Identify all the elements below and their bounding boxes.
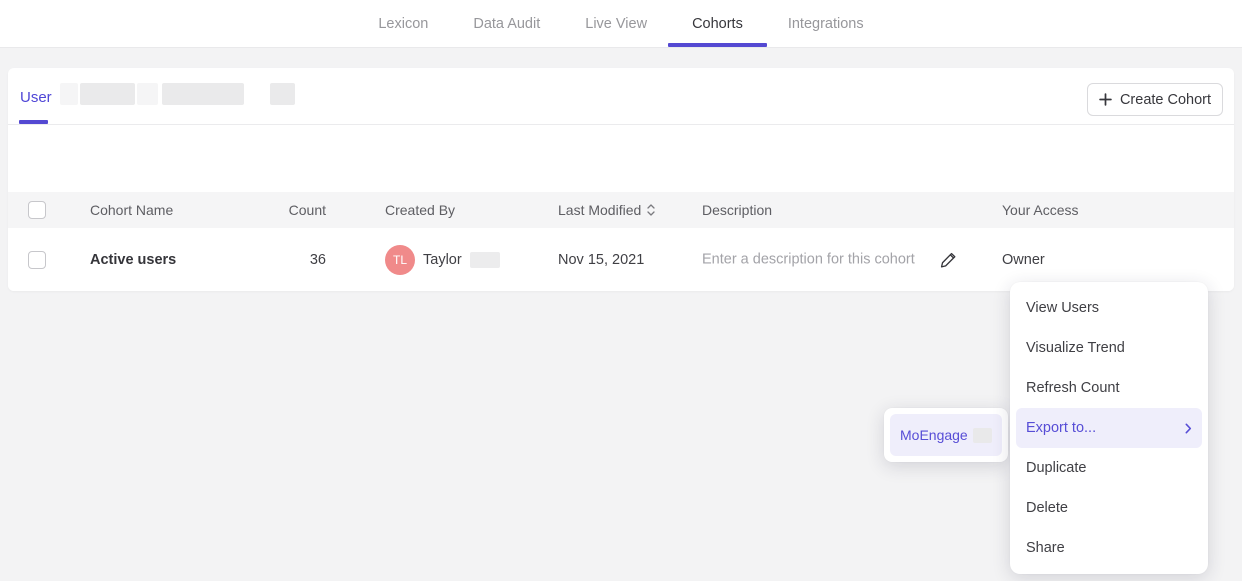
cohorts-card: User Create Cohort 1 Results Filter by C… — [8, 68, 1234, 291]
header-cohort-name: Cohort Name — [90, 202, 173, 218]
description-placeholder: Enter a description for this cohort — [702, 252, 915, 268]
header-last-modified[interactable]: Last Modified — [558, 202, 655, 218]
menu-item-share[interactable]: Share — [1016, 528, 1202, 568]
chevron-right-icon — [1185, 423, 1192, 434]
tab-cohorts[interactable]: Cohorts — [692, 0, 743, 47]
created-by-cell: TL Taylor — [385, 245, 500, 275]
edit-pencil-icon[interactable] — [939, 250, 958, 269]
redacted-tab-block — [162, 83, 244, 105]
menu-item-view-users[interactable]: View Users — [1016, 288, 1202, 328]
cohort-name[interactable]: Active users — [90, 252, 176, 268]
row-checkbox[interactable] — [28, 251, 46, 269]
creator-name: Taylor — [423, 252, 462, 268]
redacted-tab-block — [270, 83, 295, 105]
cohort-context-menu: View Users Visualize Trend Refresh Count… — [1010, 282, 1208, 574]
select-all-checkbox[interactable] — [28, 201, 46, 219]
header-your-access: Your Access — [1002, 202, 1079, 218]
active-tab-underline — [19, 120, 48, 124]
redacted-tab-block — [80, 83, 135, 105]
menu-item-delete[interactable]: Delete — [1016, 488, 1202, 528]
top-nav: Lexicon Data Audit Live View Cohorts Int… — [0, 0, 1242, 48]
submenu-item-moengage[interactable]: MoEngage — [890, 414, 1002, 456]
export-submenu: MoEngage — [884, 408, 1008, 462]
avatar: TL — [385, 245, 415, 275]
filter-bar: 1 Results Filter by Created By You All A… — [8, 125, 1234, 192]
redacted-submenu-text — [973, 428, 992, 443]
menu-item-refresh-count[interactable]: Refresh Count — [1016, 368, 1202, 408]
redacted-tab-block — [137, 83, 158, 105]
menu-item-visualize-trend[interactable]: Visualize Trend — [1016, 328, 1202, 368]
plus-icon — [1099, 93, 1112, 106]
tab-integrations[interactable]: Integrations — [788, 0, 864, 47]
redacted-tab-block — [60, 83, 78, 105]
menu-item-duplicate[interactable]: Duplicate — [1016, 448, 1202, 488]
create-cohort-button[interactable]: Create Cohort — [1087, 83, 1223, 116]
last-modified-cell: Nov 15, 2021 — [558, 252, 644, 268]
header-created-by: Created By — [385, 202, 455, 218]
create-cohort-label: Create Cohort — [1120, 92, 1211, 108]
tab-lexicon[interactable]: Lexicon — [378, 0, 428, 47]
description-cell[interactable]: Enter a description for this cohort — [702, 250, 958, 269]
table-header-row: Cohort Name Count Created By Last Modifi… — [8, 192, 1234, 228]
header-count: Count — [246, 202, 326, 218]
cohort-count: 36 — [246, 252, 326, 268]
tab-live-view[interactable]: Live View — [585, 0, 647, 47]
menu-item-export-to[interactable]: Export to... — [1016, 408, 1202, 448]
tab-user-cohorts[interactable]: User — [20, 89, 52, 106]
sort-icon — [647, 204, 655, 216]
cohort-type-tabs: User Create Cohort — [8, 68, 1234, 125]
redacted-last-name — [470, 252, 500, 268]
cohorts-page: Lexicon Data Audit Live View Cohorts Int… — [0, 0, 1242, 581]
access-cell: Owner — [1002, 252, 1045, 268]
tab-data-audit[interactable]: Data Audit — [473, 0, 540, 47]
header-description: Description — [702, 202, 772, 218]
